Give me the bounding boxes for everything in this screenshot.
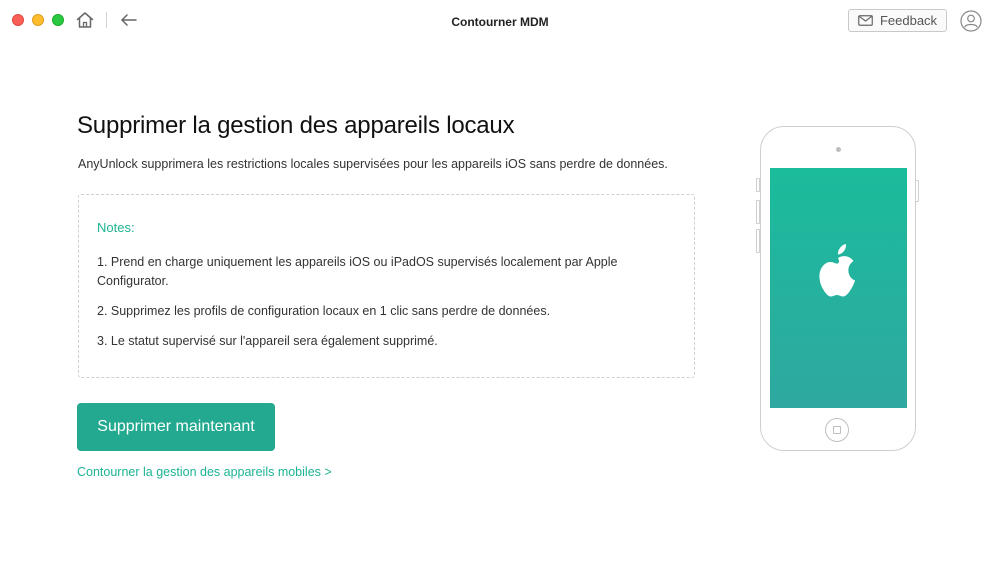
phone-home-button: [825, 418, 849, 442]
apple-logo-icon: [819, 244, 855, 297]
user-icon: [960, 10, 982, 32]
note-item: 2. Supprimez les profils de configuratio…: [97, 304, 551, 318]
notes-title: Notes:: [97, 220, 135, 235]
mail-icon: [858, 15, 873, 26]
page-description: AnyUnlock supprimera les restrictions lo…: [78, 157, 668, 171]
feedback-button[interactable]: Feedback: [848, 9, 947, 32]
note-item: 1. Prend en charge uniquement les appare…: [97, 255, 618, 288]
title-bar: Contourner MDM Feedback: [0, 0, 1000, 42]
phone-camera: [836, 147, 841, 152]
app-window: Contourner MDM Feedback Supprimer la ges…: [0, 0, 1000, 580]
account-button[interactable]: [960, 10, 982, 32]
notes-panel: Notes: 1. Prend en charge uniquement les…: [78, 194, 695, 378]
bypass-mdm-link[interactable]: Contourner la gestion des appareils mobi…: [77, 465, 332, 479]
note-item: 3. Le statut supervisé sur l'appareil se…: [97, 334, 438, 348]
page-title: Supprimer la gestion des appareils locau…: [77, 112, 515, 139]
remove-now-button[interactable]: Supprimer maintenant: [77, 403, 275, 451]
phone-home-button-square: [833, 426, 841, 434]
feedback-label: Feedback: [879, 13, 938, 28]
